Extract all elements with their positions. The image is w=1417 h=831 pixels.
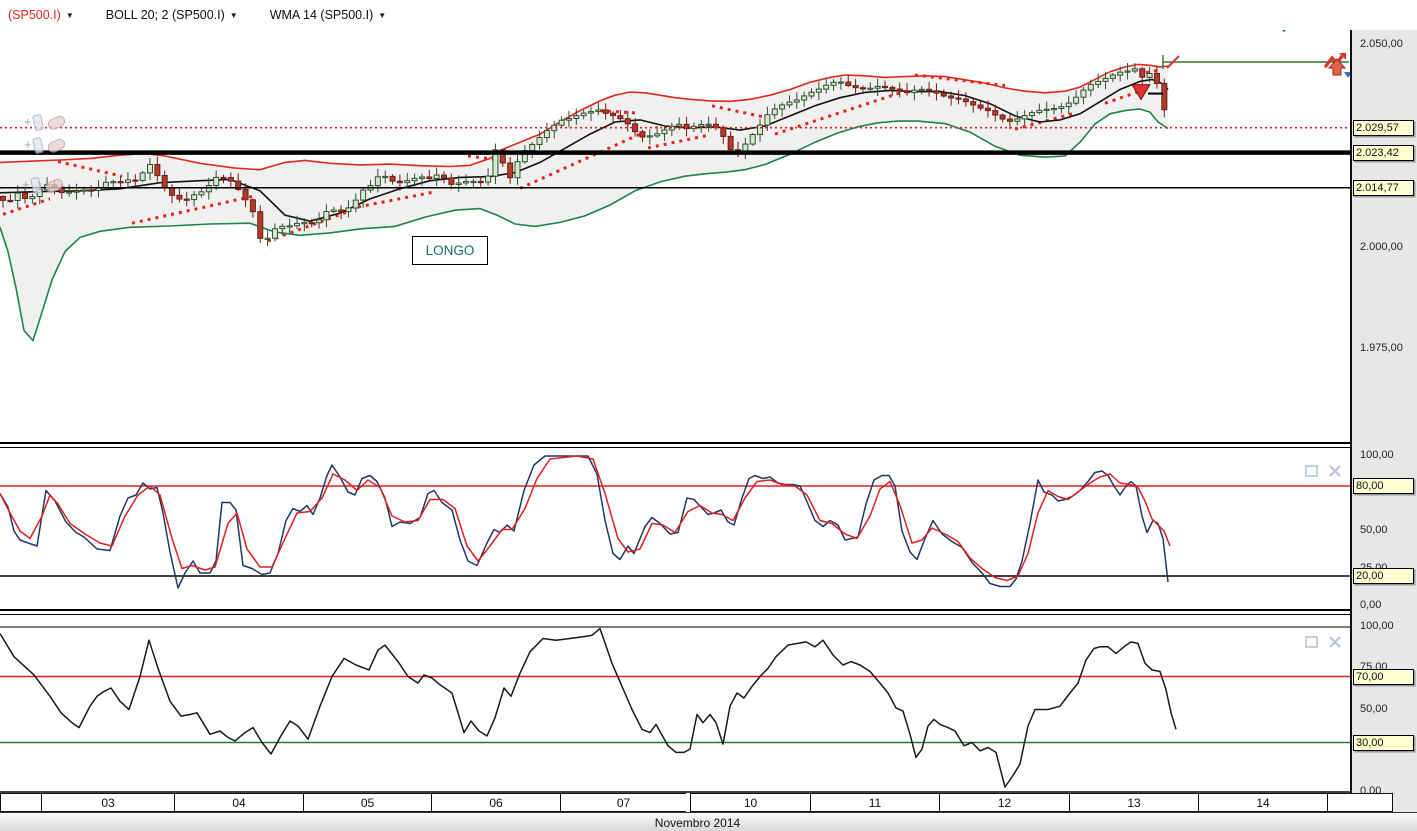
chevron-down-icon: ▼ [229, 10, 238, 20]
price-value-box[interactable]: 2.023,42 [1353, 144, 1414, 161]
price-axis-label: 2.000,00 [1360, 240, 1403, 253]
date-cell-gap [0, 793, 41, 812]
date-cell-14: 14 [1198, 793, 1327, 812]
rsi-value-box[interactable]: 70,00 [1353, 668, 1414, 685]
stoch-axis-label: 50,00 [1360, 524, 1388, 536]
date-cell-gap [1327, 793, 1393, 812]
rsi-axis-label: 100,00 [1360, 620, 1394, 632]
month-label: Novembro 2014 [654, 815, 741, 830]
date-cell-03: 03 [41, 793, 174, 812]
price-value-box[interactable]: 2.029,57 [1353, 119, 1414, 136]
instrument-label: (SP500.I) [8, 8, 61, 22]
stochastic-panel[interactable] [0, 445, 1350, 610]
chart-header: (SP500.I) ▼ BOLL 20; 2 (SP500.I) ▼ WMA 1… [0, 0, 1417, 30]
date-cell-05: 05 [303, 793, 431, 812]
indicator-boll-selector[interactable]: BOLL 20; 2 (SP500.I) ▼ [82, 8, 238, 22]
stoch-axis-label: 0,00 [1360, 599, 1382, 611]
indicator-wma-label: WMA 14 (SP500.I) [269, 8, 374, 22]
indicator-wma-selector[interactable]: WMA 14 (SP500.I) ▼ [246, 8, 386, 22]
price-axis-label: 2.050,00 [1360, 38, 1403, 50]
trading-chart-window: { "header": { "instrument": "(SP500.I)",… [0, 0, 1417, 831]
price-value-box[interactable]: 2.014,77 [1353, 179, 1414, 196]
longo-annotation[interactable]: LONGO [412, 236, 488, 265]
chevron-down-icon: ▼ [65, 10, 74, 20]
date-cell-10: 10 [690, 793, 810, 812]
date-cell-11: 11 [810, 793, 939, 812]
rsi-value-box[interactable]: 30,00 [1353, 734, 1414, 751]
chevron-down-icon: ▼ [378, 10, 387, 20]
rsi-axis-label: 50,00 [1360, 702, 1388, 715]
stoch-value-box[interactable]: 80,00 [1353, 478, 1414, 494]
date-cell-06: 06 [431, 793, 560, 812]
date-cell-04: 04 [174, 793, 303, 812]
price-axis-label: 1.975,00 [1360, 341, 1403, 354]
stoch-value-box[interactable]: 20,00 [1353, 568, 1414, 584]
indicator-boll-label: BOLL 20; 2 (SP500.I) [105, 8, 225, 22]
longo-label: LONGO [425, 243, 475, 258]
date-cell-07: 07 [560, 793, 686, 812]
axis-divider [1350, 30, 1352, 812]
main-chart-panel[interactable] [0, 30, 1350, 443]
date-cell-13: 13 [1069, 793, 1198, 812]
date-cell-12: 12 [939, 793, 1069, 812]
rsi-panel[interactable] [0, 612, 1350, 792]
stoch-axis-label: 100,00 [1360, 449, 1394, 461]
instrument-selector[interactable]: (SP500.I) ▼ [8, 8, 74, 22]
month-axis: Novembro 2014 [0, 812, 1417, 831]
